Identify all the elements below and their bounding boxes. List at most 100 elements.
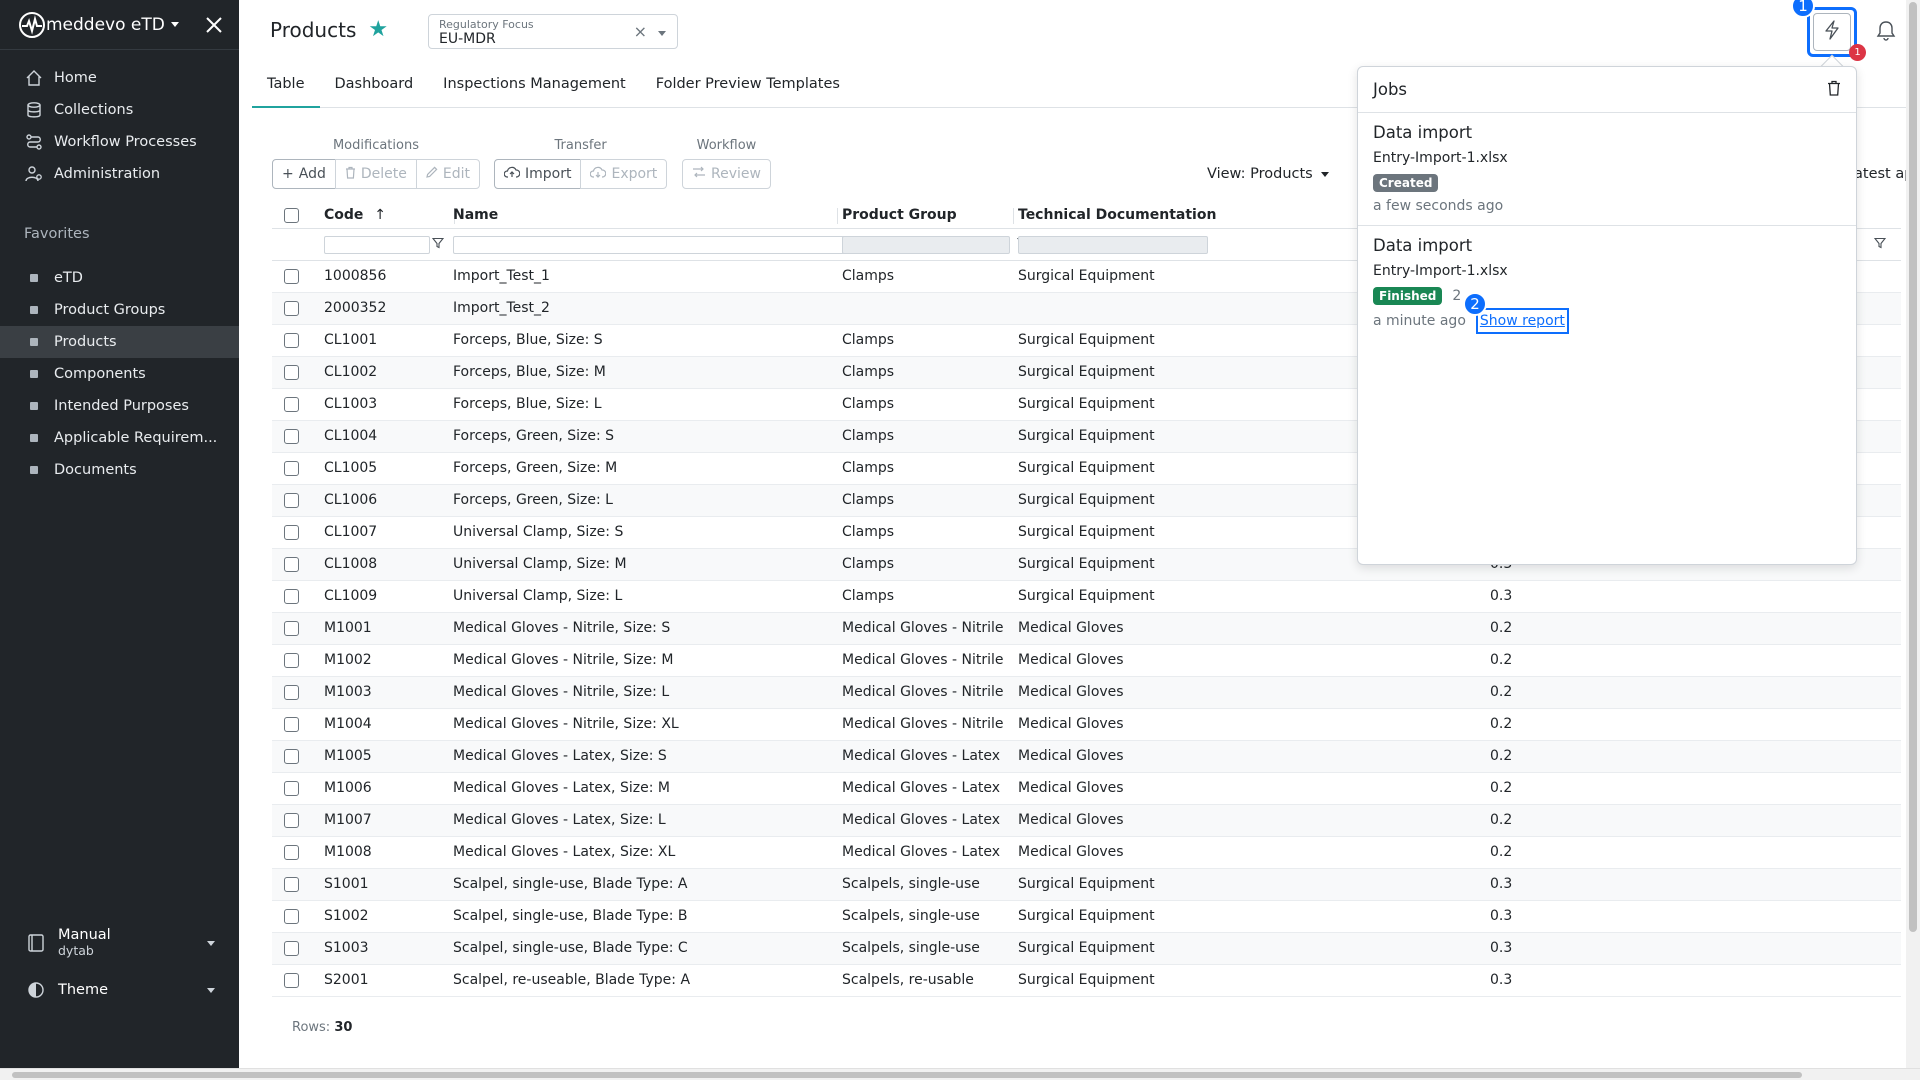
table-row[interactable]: M1008 Medical Gloves - Latex, Size: XL Med… <box>272 837 1901 869</box>
cell-name: Universal Clamp, Size: S <box>453 524 624 540</box>
row-checkbox[interactable] <box>284 909 299 924</box>
row-checkbox[interactable] <box>284 653 299 668</box>
row-checkbox[interactable] <box>284 397 299 412</box>
close-sidebar-icon[interactable] <box>203 14 225 36</box>
row-checkbox[interactable] <box>284 429 299 444</box>
scrollbar-thumb[interactable] <box>12 1072 1802 1078</box>
column-header-technical-documentation[interactable]: Technical Documentation <box>1018 207 1216 223</box>
row-checkbox[interactable] <box>284 589 299 604</box>
row-checkbox[interactable] <box>284 813 299 828</box>
table-row[interactable]: M1003 Medical Gloves - Nitrile, Size: L Me… <box>272 677 1901 709</box>
tab-table[interactable]: Table <box>252 68 320 108</box>
row-checkbox[interactable] <box>284 269 299 284</box>
row-checkbox[interactable] <box>284 557 299 572</box>
nav-item-label: Collections <box>54 102 134 118</box>
column-header-name[interactable]: Name <box>453 207 498 223</box>
row-checkbox[interactable] <box>284 781 299 796</box>
vertical-scrollbar[interactable] <box>1906 0 1920 1068</box>
cell-version: 0.3 <box>1490 972 1513 988</box>
edit-button[interactable]: Edit <box>415 159 480 189</box>
favorite-item-intended-purposes[interactable]: Intended Purposes <box>0 390 239 422</box>
product-group-filter-input[interactable] <box>842 236 1010 254</box>
select-all-checkbox[interactable] <box>284 208 299 223</box>
table-row[interactable]: S2001 Scalpel, re-useable, Blade Type: A S… <box>272 965 1901 997</box>
cell-version: 0.3 <box>1490 588 1513 604</box>
name-filter-input[interactable] <box>453 236 877 254</box>
tab-dashboard[interactable]: Dashboard <box>320 68 429 108</box>
theme-label: Theme <box>58 982 109 998</box>
table-row[interactable]: S1002 Scalpel, single-use, Blade Type: B S… <box>272 901 1901 933</box>
row-checkbox[interactable] <box>284 685 299 700</box>
technical-documentation-filter-input[interactable] <box>1018 236 1208 254</box>
scrollbar-thumb[interactable] <box>1909 2 1917 932</box>
row-checkbox[interactable] <box>284 973 299 988</box>
view-selector[interactable]: View: Products <box>1207 166 1329 182</box>
row-checkbox[interactable] <box>284 365 299 380</box>
clear-icon[interactable]: × <box>634 22 647 41</box>
app-switcher[interactable]: meddevo eTD <box>46 15 179 35</box>
nav-item-administration[interactable]: Administration <box>0 158 239 190</box>
column-header-product-group[interactable]: Product Group <box>842 207 957 223</box>
favorite-item-products[interactable]: Products <box>0 326 239 358</box>
favorite-item-applicable-requirements[interactable]: Applicable Requirem... <box>0 422 239 454</box>
table-row[interactable]: S1003 Scalpel, single-use, Blade Type: C S… <box>272 933 1901 965</box>
row-checkbox[interactable] <box>284 301 299 316</box>
row-checkbox[interactable] <box>284 717 299 732</box>
row-checkbox[interactable] <box>284 493 299 508</box>
theme-selector[interactable]: Theme <box>0 975 239 1005</box>
favorite-item-components[interactable]: Components <box>0 358 239 390</box>
add-button[interactable]: + Add <box>272 159 336 189</box>
nav-item-workflow-processes[interactable]: Workflow Processes <box>0 126 239 158</box>
filter-icon[interactable] <box>1873 237 1887 253</box>
clear-jobs-trash-icon[interactable] <box>1827 80 1841 100</box>
chevron-down-icon[interactable] <box>658 31 666 36</box>
code-filter-input[interactable] <box>324 236 430 254</box>
horizontal-scrollbar[interactable] <box>0 1068 1920 1080</box>
show-report-link[interactable]: Show report <box>1475 308 1569 334</box>
table-row[interactable]: M1001 Medical Gloves - Nitrile, Size: S Me… <box>272 613 1901 645</box>
row-checkbox[interactable] <box>284 845 299 860</box>
review-button[interactable]: Review <box>682 159 771 189</box>
table-row[interactable]: M1004 Medical Gloves - Nitrile, Size: XL M… <box>272 709 1901 741</box>
nav-item-collections[interactable]: Collections <box>0 94 239 126</box>
favorite-item-etd[interactable]: eTD <box>0 262 239 294</box>
import-button[interactable]: Import <box>494 159 582 189</box>
row-checkbox[interactable] <box>284 749 299 764</box>
table-row[interactable]: M1006 Medical Gloves - Latex, Size: M Medi… <box>272 773 1901 805</box>
cell-code: S2001 <box>324 972 369 988</box>
row-checkbox[interactable] <box>284 941 299 956</box>
cell-product-group: Clamps <box>842 492 895 508</box>
row-checkbox[interactable] <box>284 877 299 892</box>
favorite-item-documents[interactable]: Documents <box>0 454 239 486</box>
table-row[interactable]: M1005 Medical Gloves - Latex, Size: S Medi… <box>272 741 1901 773</box>
favorite-star-icon[interactable]: ★ <box>368 19 388 41</box>
export-button[interactable]: Export <box>580 159 668 189</box>
table-row[interactable]: M1002 Medical Gloves - Nitrile, Size: M Me… <box>272 645 1901 677</box>
tab-inspections-management[interactable]: Inspections Management <box>428 68 641 108</box>
favorite-item-product-groups[interactable]: Product Groups <box>0 294 239 326</box>
cell-product-group: Clamps <box>842 396 895 412</box>
cell-technical-documentation: Medical Gloves <box>1018 812 1124 828</box>
bell-icon[interactable] <box>1876 20 1896 46</box>
row-checkbox[interactable] <box>284 461 299 476</box>
nav-item-home[interactable]: Home <box>0 62 239 94</box>
cell-code: CL1005 <box>324 460 378 476</box>
column-header-code[interactable]: Code ↑ <box>324 207 386 223</box>
table-row[interactable]: S1001 Scalpel, single-use, Blade Type: A S… <box>272 869 1901 901</box>
row-checkbox[interactable] <box>284 621 299 636</box>
delete-button[interactable]: Delete <box>334 159 417 189</box>
cell-name: Medical Gloves - Nitrile, Size: XL <box>453 716 679 732</box>
cloud-upload-icon <box>503 166 521 182</box>
cell-name: Import_Test_2 <box>453 300 550 316</box>
home-icon <box>24 68 44 88</box>
table-row[interactable]: CL1009 Universal Clamp, Size: L Clamps Surg… <box>272 581 1901 613</box>
group-label: Modifications <box>332 138 419 153</box>
manual-selector[interactable]: Manual dytab <box>0 921 239 965</box>
row-checkbox[interactable] <box>284 333 299 348</box>
table-row[interactable]: M1007 Medical Gloves - Latex, Size: L Medi… <box>272 805 1901 837</box>
row-checkbox[interactable] <box>284 525 299 540</box>
filter-icon[interactable] <box>431 237 445 253</box>
cell-technical-documentation: Medical Gloves <box>1018 684 1124 700</box>
tab-folder-preview-templates[interactable]: Folder Preview Templates <box>641 68 855 108</box>
regulatory-focus-select[interactable]: Regulatory Focus EU-MDR × <box>428 14 678 49</box>
